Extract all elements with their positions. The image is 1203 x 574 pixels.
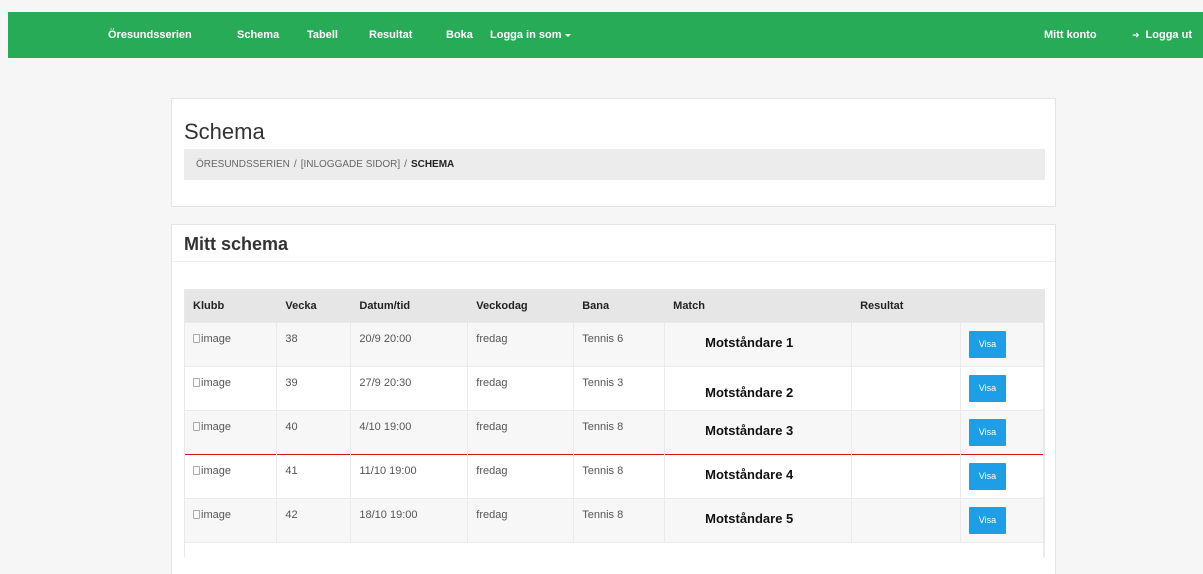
empty-cell	[185, 541, 1044, 558]
page-header-panel: Schema ÖRESUNDSSERIEN / [INLOGGADE SIDOR] /…	[171, 98, 1056, 207]
breadcrumb-item-current: SCHEMA	[410, 159, 455, 170]
column-header-resultat: Resultat	[851, 290, 961, 322]
veckodag-cell: fredag	[467, 321, 575, 366]
vecka-cell: 40	[276, 409, 352, 454]
schedule-table-wrapper: Klubb Vecka Datum/tid Veckodag Bana Matc…	[184, 289, 1045, 558]
table-header-row: Klubb Vecka Datum/tid Veckodag Bana Matc…	[185, 290, 1045, 322]
resultat-cell	[851, 409, 961, 454]
column-header-klubb: Klubb	[185, 290, 278, 322]
club-logo-image: image	[193, 333, 231, 345]
login-as-dropdown[interactable]: Logga in som	[490, 12, 571, 58]
veckodag-cell: fredag	[467, 453, 575, 498]
bana-cell: Tennis 8	[573, 409, 666, 454]
breadcrumb-item-home[interactable]: ÖRESUNDSSERIEN	[196, 159, 290, 170]
vecka-cell: 38	[276, 321, 352, 366]
logout-label: Logga ut	[1145, 29, 1192, 41]
match-cell: Motståndare 5	[664, 497, 853, 542]
column-header-datum: Datum/tid	[350, 290, 469, 322]
match-cell: Motståndare 4	[664, 453, 853, 498]
logout-link[interactable]: ➜ Logga ut	[1132, 12, 1192, 58]
broken-image-icon	[193, 421, 200, 431]
nav-tabell-link[interactable]: Tabell	[307, 12, 338, 58]
visa-button[interactable]: Visa	[968, 418, 1006, 446]
veckodag-cell: fredag	[467, 365, 575, 410]
veckodag-cell: fredag	[467, 409, 575, 454]
nav-schema-link[interactable]: Schema	[237, 12, 279, 58]
action-cell: Visa	[960, 365, 1045, 410]
table-row: image 39 27/9 20:30 fredag Tennis 3 Mots…	[185, 365, 1045, 410]
login-as-label: Logga in som	[490, 29, 562, 41]
vecka-cell: 41	[276, 453, 352, 498]
schedule-panel: Mitt schema Klubb Vecka Datum/tid Veckod…	[171, 224, 1056, 574]
visa-button[interactable]: Visa	[968, 506, 1006, 534]
breadcrumb: ÖRESUNDSSERIEN / [INLOGGADE SIDOR] / SCHEMA	[184, 149, 1045, 180]
datum-cell: 4/10 19:00	[350, 409, 469, 454]
nav-resultat-link[interactable]: Resultat	[369, 12, 412, 58]
action-cell: Visa	[960, 409, 1045, 454]
column-header-bana: Bana	[573, 290, 666, 322]
club-logo-image: image	[193, 509, 231, 521]
bana-cell: Tennis 6	[573, 321, 666, 366]
club-logo-image: image	[193, 465, 231, 477]
column-header-match: Match	[664, 290, 853, 322]
vecka-cell: 39	[276, 365, 352, 410]
club-logo-image: image	[193, 377, 231, 389]
resultat-cell	[851, 365, 961, 410]
resultat-cell	[851, 321, 961, 366]
table-row: image 41 11/10 19:00 fredag Tennis 8 Mot…	[185, 453, 1045, 498]
datum-cell: 11/10 19:00	[350, 453, 469, 498]
datum-cell: 18/10 19:00	[350, 497, 469, 542]
visa-button[interactable]: Visa	[968, 462, 1006, 490]
resultat-cell	[851, 453, 961, 498]
top-navbar: Öresundsserien Schema Tabell Resultat Bo…	[8, 12, 1203, 58]
match-cell: Motståndare 3	[664, 409, 853, 454]
broken-image-icon	[193, 377, 200, 387]
caret-down-icon	[564, 33, 571, 37]
klubb-cell: image	[185, 497, 278, 542]
section-title: Mitt schema	[184, 234, 289, 254]
column-header-action	[960, 290, 1045, 322]
nav-boka-link[interactable]: Boka	[446, 12, 473, 58]
sign-out-icon: ➜	[1132, 30, 1140, 40]
page-title: Schema	[184, 119, 265, 144]
resultat-cell	[851, 497, 961, 542]
action-cell: Visa	[960, 453, 1045, 498]
broken-image-icon	[193, 333, 200, 343]
bana-cell: Tennis 3	[573, 365, 666, 410]
action-cell: Visa	[960, 321, 1045, 366]
broken-image-icon	[193, 465, 200, 475]
breadcrumb-separator: /	[293, 159, 297, 170]
match-cell: Motståndare 2	[664, 365, 853, 410]
visa-button[interactable]: Visa	[968, 330, 1006, 358]
klubb-cell: image	[185, 365, 278, 410]
visa-button[interactable]: Visa	[968, 374, 1006, 402]
table-row: image 40 4/10 19:00 fredag Tennis 8 Mots…	[185, 409, 1045, 454]
nav-brand-link[interactable]: Öresundsserien	[108, 12, 192, 58]
table-footer-row	[185, 541, 1044, 558]
action-cell: Visa	[960, 497, 1045, 542]
klubb-cell: image	[185, 409, 278, 454]
klubb-cell: image	[185, 321, 278, 366]
datum-cell: 20/9 20:00	[350, 321, 469, 366]
schedule-table: Klubb Vecka Datum/tid Veckodag Bana Matc…	[185, 290, 1045, 558]
breadcrumb-item-inloggade[interactable]: [INLOGGADE SIDOR]	[301, 159, 400, 170]
table-row: image 42 18/10 19:00 fredag Tennis 8 Mot…	[185, 497, 1045, 542]
broken-image-icon	[193, 509, 200, 519]
breadcrumb-separator: /	[404, 159, 407, 170]
bana-cell: Tennis 8	[573, 453, 666, 498]
club-logo-image: image	[193, 421, 231, 433]
veckodag-cell: fredag	[467, 497, 575, 542]
datum-cell: 27/9 20:30	[350, 365, 469, 410]
column-header-vecka: Vecka	[276, 290, 352, 322]
table-row: image 38 20/9 20:00 fredag Tennis 6 Mots…	[185, 321, 1045, 366]
column-header-veckodag: Veckodag	[467, 290, 575, 322]
section-divider	[172, 261, 1055, 262]
bana-cell: Tennis 8	[573, 497, 666, 542]
match-cell: Motståndare 1	[664, 321, 853, 366]
vecka-cell: 42	[276, 497, 352, 542]
my-account-link[interactable]: Mitt konto	[1044, 12, 1097, 58]
klubb-cell: image	[185, 453, 278, 498]
